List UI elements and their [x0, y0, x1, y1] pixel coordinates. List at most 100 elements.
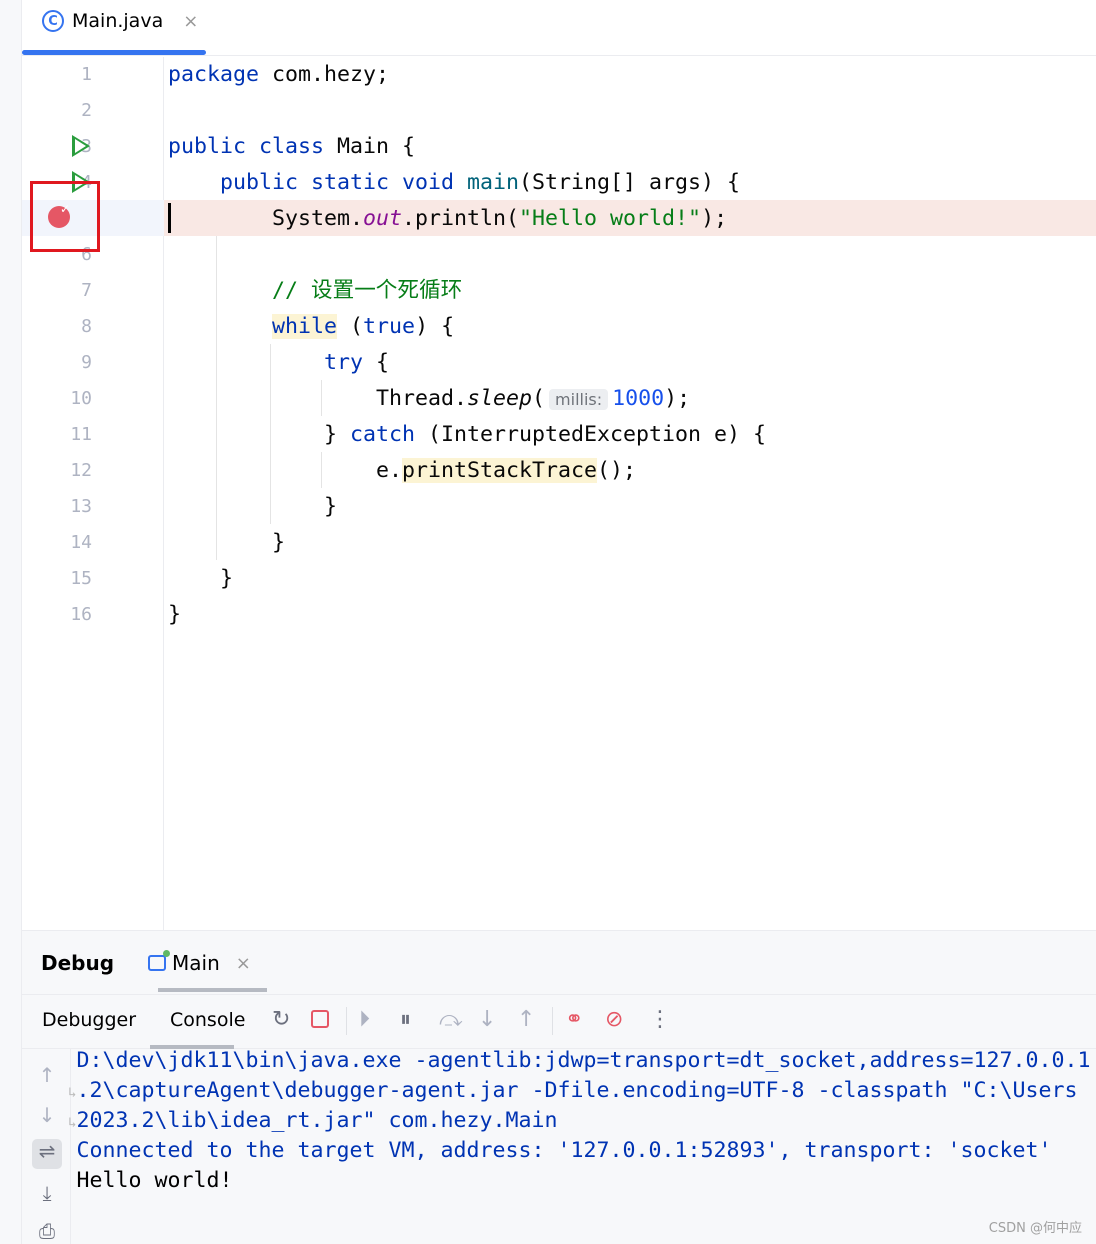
tab-console[interactable]: Console: [170, 1009, 245, 1031]
code-line: System.out.println("Hello world!");: [168, 201, 766, 237]
session-tab-label: Main: [172, 951, 220, 975]
step-out-icon[interactable]: ↑: [517, 1005, 535, 1035]
line-number: 13: [70, 496, 92, 517]
debug-title: Debug: [41, 951, 115, 975]
line-number: 2: [81, 100, 92, 121]
step-over-icon[interactable]: ⤼: [439, 1005, 463, 1035]
console-output[interactable]: D:\dev\jdk11\bin\java.exe -agentlib:jdwp…: [68, 1046, 1090, 1196]
code-token: {: [389, 134, 416, 159]
rerun-debug-icon[interactable]: ↻: [272, 1005, 290, 1035]
code-token: catch: [350, 422, 416, 447]
code-token: }: [168, 422, 351, 447]
code-line: e.printStackTrace();: [168, 453, 766, 489]
line-number: 15: [70, 568, 92, 589]
debug-toolbar: Debugger Console ↻ ⏵ ⏸ ⤼ ↓ ↑ ⚭ ⊘ ⋮: [22, 994, 1096, 1049]
console-side-toolbar: ↑ ↓ ⇌ ⤓ ⎙: [22, 1049, 71, 1244]
code-line: Thread.sleep(millis: 1000);: [168, 381, 766, 417]
toolbar-separator: [552, 1007, 553, 1035]
code-line: package com.hezy;: [168, 57, 766, 93]
line-number: 16: [70, 604, 92, 625]
close-icon[interactable]: ×: [183, 11, 198, 32]
active-tab-indicator: [22, 50, 206, 55]
console-text: Hello world!: [76, 1168, 233, 1193]
code-token: ) {: [415, 314, 455, 339]
code-token: out: [363, 206, 403, 231]
resume-icon[interactable]: ⏵: [359, 1005, 370, 1035]
code-line: while (true) {: [168, 309, 766, 345]
line-number: 14: [70, 532, 92, 553]
console-text: Connected to the target VM, address: '12…: [76, 1138, 1052, 1163]
soft-wrap-icon[interactable]: ⇌: [32, 1139, 62, 1169]
code-token: {: [363, 350, 390, 375]
code-token: sleep: [467, 386, 533, 411]
session-tab-indicator: [158, 988, 267, 992]
view-breakpoints-icon[interactable]: ⚭: [565, 1005, 583, 1035]
tab-main-java[interactable]: C Main.java ×: [42, 10, 198, 32]
scroll-to-end-icon[interactable]: ⤓: [32, 1181, 62, 1205]
code-token: com.hezy;: [272, 62, 390, 87]
code-line: }: [168, 525, 766, 561]
code-editor[interactable]: package com.hezy; public class Main { pub…: [168, 57, 766, 633]
line-number: 1: [81, 64, 92, 85]
up-arrow-icon[interactable]: ↑: [32, 1063, 62, 1087]
code-token: }: [168, 602, 182, 627]
code-token: System.: [168, 206, 364, 231]
editor-tab-bar: C Main.java ×: [22, 0, 1096, 56]
code-token: Main: [337, 134, 390, 159]
line-number: 12: [70, 460, 92, 481]
console-text: .2\captureAgent\debugger-agent.jar -Dfil…: [76, 1078, 1078, 1103]
code-token: );: [664, 386, 691, 411]
code-token: true: [363, 314, 416, 339]
code-token: while: [272, 314, 338, 339]
toolbar-separator: [346, 1007, 347, 1035]
step-into-icon[interactable]: ↓: [478, 1005, 496, 1035]
code-token: main: [467, 170, 520, 195]
code-line: public static void main(String[] args) {: [168, 165, 766, 201]
tab-debugger[interactable]: Debugger: [42, 1009, 136, 1031]
watermark: CSDN @何中应: [988, 1221, 1082, 1236]
code-token: public class: [168, 134, 338, 159]
code-token: package: [168, 62, 273, 87]
line-number: 9: [81, 352, 92, 373]
console-line: ↳.2\captureAgent\debugger-agent.jar -Dfi…: [68, 1076, 1090, 1106]
line-number: 11: [70, 424, 92, 445]
code-token: "Hello world!": [519, 206, 702, 231]
stop-icon[interactable]: [311, 1010, 329, 1028]
code-token: // 设置一个死循环: [168, 278, 463, 303]
code-token: }: [168, 530, 286, 555]
line-number: 10: [70, 388, 92, 409]
console-line: ↳2023.2\lib\idea_rt.jar" com.hezy.Main: [68, 1106, 1090, 1136]
code-line: }: [168, 489, 766, 525]
parameter-hint: millis:: [549, 389, 609, 410]
code-token: }: [168, 494, 338, 519]
code-line: } catch (InterruptedException e) {: [168, 417, 766, 453]
class-icon: C: [42, 10, 64, 32]
code-token: 1000: [612, 386, 665, 411]
left-tool-strip: [0, 0, 22, 1244]
code-token: }: [168, 566, 234, 591]
code-line: // 设置一个死循环: [168, 273, 766, 309]
code-token: (String[] args) {: [519, 170, 741, 195]
code-token: (InterruptedException e) {: [415, 422, 767, 447]
line-number: 8: [81, 316, 92, 337]
console-line: D:\dev\jdk11\bin\java.exe -agentlib:jdwp…: [68, 1046, 1090, 1076]
more-options-icon[interactable]: ⋮: [649, 1005, 671, 1035]
pause-icon[interactable]: ⏸: [400, 1005, 411, 1035]
code-token: e.: [168, 458, 403, 483]
line-number: 7: [81, 280, 92, 301]
close-icon[interactable]: ×: [236, 953, 251, 974]
code-token: (: [532, 386, 546, 411]
session-tab-main[interactable]: Main ×: [148, 950, 251, 975]
mute-breakpoints-icon[interactable]: ⊘: [605, 1005, 623, 1035]
down-arrow-icon[interactable]: ↓: [32, 1103, 62, 1127]
text-caret: [168, 203, 171, 233]
app-window-icon: [148, 950, 170, 971]
annotation-highlight-box: [30, 181, 100, 252]
run-class-icon[interactable]: [72, 135, 90, 157]
code-token: printStackTrace: [402, 458, 598, 483]
print-icon[interactable]: ⎙: [32, 1219, 62, 1243]
